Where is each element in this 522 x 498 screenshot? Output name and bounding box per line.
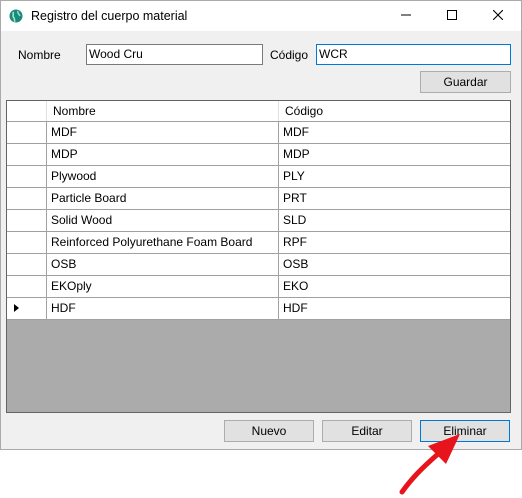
row-header[interactable] — [7, 232, 47, 253]
nuevo-button[interactable]: Nuevo — [224, 420, 314, 442]
row-header[interactable] — [7, 166, 47, 187]
table-row[interactable]: Reinforced Polyurethane Foam Board RPF — [7, 232, 510, 254]
row-header[interactable] — [7, 276, 47, 297]
close-icon — [492, 9, 504, 23]
row-header[interactable] — [7, 254, 47, 275]
grid-header: Nombre Código — [7, 101, 510, 122]
cell-codigo[interactable]: HDF — [279, 298, 510, 319]
minimize-button[interactable] — [383, 1, 429, 31]
header-corner[interactable] — [7, 101, 47, 121]
window-title: Registro del cuerpo material — [31, 9, 188, 23]
table-row[interactable]: HDF HDF — [7, 298, 510, 320]
red-arrow-icon — [399, 434, 460, 495]
guardar-button[interactable]: Guardar — [420, 71, 511, 93]
table-row[interactable]: OSB OSB — [7, 254, 510, 276]
cell-nombre[interactable]: Plywood — [47, 166, 279, 187]
row-header[interactable] — [7, 144, 47, 165]
cell-nombre[interactable]: MDP — [47, 144, 279, 165]
row-indicator-icon — [14, 304, 19, 312]
cell-nombre[interactable]: MDF — [47, 122, 279, 143]
codigo-label: Código — [270, 48, 309, 62]
nombre-input[interactable]: Wood Cru — [86, 44, 263, 65]
cell-codigo[interactable]: MDF — [279, 122, 510, 143]
column-header-nombre[interactable]: Nombre — [47, 101, 279, 121]
cell-nombre[interactable]: Particle Board — [47, 188, 279, 209]
row-header[interactable] — [7, 188, 47, 209]
row-header[interactable] — [7, 210, 47, 231]
cell-nombre[interactable]: OSB — [47, 254, 279, 275]
table-row[interactable]: MDF MDF — [7, 122, 510, 144]
table-row[interactable]: MDP MDP — [7, 144, 510, 166]
cell-nombre[interactable]: HDF — [47, 298, 279, 319]
maximize-icon — [447, 9, 457, 23]
cell-codigo[interactable]: OSB — [279, 254, 510, 275]
minimize-icon — [401, 9, 411, 23]
globe-icon — [9, 9, 23, 23]
cell-codigo[interactable]: SLD — [279, 210, 510, 231]
codigo-input[interactable]: WCR — [316, 44, 511, 65]
table-row[interactable]: EKOply EKO — [7, 276, 510, 298]
cell-codigo[interactable]: PRT — [279, 188, 510, 209]
maximize-button[interactable] — [429, 1, 475, 31]
cell-nombre[interactable]: Solid Wood — [47, 210, 279, 231]
table-row[interactable]: Solid Wood SLD — [7, 210, 510, 232]
table-row[interactable]: Particle Board PRT — [7, 188, 510, 210]
row-header[interactable] — [7, 122, 47, 143]
materials-grid[interactable]: Nombre Código MDF MDF MDP MDP Plywood PLY Part… — [6, 100, 511, 413]
table-row[interactable]: Plywood PLY — [7, 166, 510, 188]
close-button[interactable] — [475, 1, 521, 31]
title-bar[interactable]: Registro del cuerpo material — [1, 1, 521, 31]
nombre-label: Nombre — [18, 48, 61, 62]
cell-nombre[interactable]: Reinforced Polyurethane Foam Board — [47, 232, 279, 253]
cell-codigo[interactable]: RPF — [279, 232, 510, 253]
cell-nombre[interactable]: EKOply — [47, 276, 279, 297]
column-header-codigo[interactable]: Código — [279, 101, 510, 121]
cell-codigo[interactable]: PLY — [279, 166, 510, 187]
cell-codigo[interactable]: MDP — [279, 144, 510, 165]
main-window: Registro del cuerpo material Nombre Wood… — [0, 0, 522, 450]
cell-codigo[interactable]: EKO — [279, 276, 510, 297]
row-header[interactable] — [7, 298, 47, 319]
